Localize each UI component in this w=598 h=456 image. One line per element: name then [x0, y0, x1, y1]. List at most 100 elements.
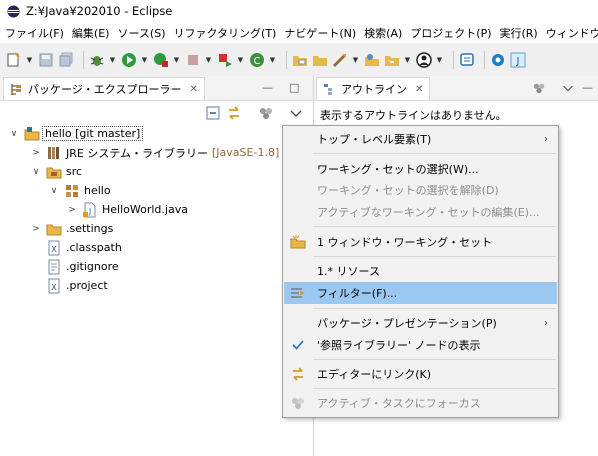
eclipse-logo-icon	[7, 5, 20, 17]
tree-item-settings[interactable]: > .settings	[30, 219, 113, 238]
tree-item-package-hello[interactable]: ∨ hello	[48, 181, 111, 200]
expand-toggle-icon[interactable]: ∨	[48, 186, 60, 196]
menu-separator	[313, 226, 556, 227]
java-perspective-icon[interactable]: J	[510, 52, 526, 68]
tree-item-project[interactable]: ∨ hello [git master]	[8, 124, 144, 143]
tree-label: .settings	[66, 222, 114, 235]
tree-item-gitignore[interactable]: .gitignore	[30, 257, 119, 276]
task-list-icon[interactable]	[459, 52, 475, 68]
tree-item-project-file[interactable]: X .project	[30, 276, 108, 295]
focus-on-task-icon[interactable]	[532, 81, 546, 95]
view-menu-chevron-down-icon[interactable]	[561, 81, 575, 95]
stop-dropdown-icon[interactable]: ▼	[205, 52, 212, 68]
menu-item-top-level-elements[interactable]: トップ・レベル要素(T) ›	[284, 128, 557, 150]
menu-window[interactable]: ウィンドウ(W)	[542, 25, 598, 41]
svg-text:J: J	[516, 56, 520, 67]
menu-file[interactable]: ファイル(F)	[0, 25, 68, 41]
link-with-editor-icon[interactable]	[226, 105, 242, 121]
next-annotation-dropdown-icon[interactable]: ▼	[352, 52, 359, 68]
open-type-icon[interactable]	[292, 52, 308, 68]
expand-toggle-icon[interactable]: >	[30, 148, 42, 158]
menu-item-show-referenced-libraries[interactable]: '参照ライブラリー' ノードの表示	[284, 334, 557, 356]
minimize-icon[interactable]: —	[262, 81, 273, 94]
title-bar: Z:¥Java¥202010 - Eclipse	[0, 0, 598, 22]
tree-item-jre-library[interactable]: > JRE システム・ライブラリー [JavaSE-1.8]	[30, 143, 279, 162]
svg-text:C: C	[254, 56, 261, 67]
focus-on-task-icon[interactable]	[258, 105, 274, 121]
tree-label: .project	[66, 279, 108, 292]
profile-icon[interactable]	[416, 51, 432, 68]
menu-bar: ファイル(F) 編集(E) ソース(S) リファクタリング(T) ナビゲート(N…	[0, 22, 598, 43]
menu-item-window-working-set[interactable]: 1 ウィンドウ・ワーキング・セット	[284, 231, 557, 253]
menu-item-deselect-working-set[interactable]: ワーキング・セットの選択を解除(D)	[284, 179, 557, 201]
debug-icon[interactable]	[89, 52, 105, 68]
collapse-all-icon[interactable]	[205, 105, 221, 121]
menu-item-filters[interactable]: フィルター(F)...	[284, 282, 557, 304]
menu-source[interactable]: ソース(S)	[113, 25, 169, 41]
run-icon[interactable]	[121, 52, 137, 68]
menu-item-label: アクティブ・タスクにフォーカス	[317, 397, 481, 410]
close-icon[interactable]: ✕	[415, 84, 423, 95]
menu-search[interactable]: 検索(A)	[360, 25, 406, 41]
coverage-dropdown-icon[interactable]: ▼	[173, 52, 180, 68]
menu-item-label: 1 ウィンドウ・ワーキング・セット	[317, 236, 493, 249]
expand-toggle-icon[interactable]: ∨	[30, 167, 42, 177]
menu-project[interactable]: プロジェクト(P)	[406, 25, 495, 41]
open-task-dropdown-icon[interactable]: ▼	[404, 52, 411, 68]
menu-item-resources[interactable]: 1.* リソース	[284, 260, 557, 282]
svg-text:X: X	[51, 283, 57, 292]
tree-label: .gitignore	[66, 260, 119, 273]
main-toolbar: ▼ ▼ ▼ ▼ ▼ ▼ C ▼ ▼ ▼ ▼ J	[0, 43, 598, 76]
expand-toggle-icon[interactable]: >	[30, 224, 42, 234]
tree-item-helloworld-java[interactable]: > J HelloWorld.java	[66, 200, 188, 219]
outline-icon	[324, 83, 332, 95]
external-tools-dropdown-icon[interactable]: ▼	[237, 52, 244, 68]
menu-item-focus-on-active-task[interactable]: アクティブ・タスクにフォーカス	[284, 392, 557, 414]
external-tools-icon[interactable]	[217, 52, 233, 68]
package-explorer-icon	[11, 83, 21, 95]
save-all-icon[interactable]	[58, 52, 74, 68]
menu-item-label: トップ・レベル要素(T)	[317, 133, 432, 146]
open-resource-icon[interactable]	[312, 52, 328, 68]
close-icon[interactable]: ✕	[189, 84, 197, 95]
search-icon[interactable]	[364, 52, 380, 68]
tab-package-explorer[interactable]: パッケージ・エクスプローラー ✕	[3, 77, 205, 100]
menu-refactor[interactable]: リファクタリング(T)	[169, 25, 280, 41]
menu-run[interactable]: 実行(R)	[496, 25, 542, 41]
menu-edit[interactable]: 編集(E)	[68, 25, 114, 41]
preferences-gear-icon[interactable]	[490, 52, 506, 68]
new-icon[interactable]	[6, 51, 22, 68]
view-menu-chevron-down-icon[interactable]	[288, 105, 304, 121]
tree-label: hello	[84, 184, 111, 197]
view-context-menu: トップ・レベル要素(T) › ワーキング・セットの選択(W)... ワーキング・…	[282, 125, 559, 418]
new-java-class-icon[interactable]: C	[249, 52, 265, 68]
tree-item-classpath[interactable]: X .classpath	[30, 238, 122, 257]
menu-item-package-presentation[interactable]: パッケージ・プレゼンテーション(P) ›	[284, 312, 557, 334]
stop-icon[interactable]	[185, 52, 201, 68]
menu-item-edit-active-working-set[interactable]: アクティブなワーキング・セットの編集(E)...	[284, 201, 557, 223]
menu-item-label: '参照ライブラリー' ノードの表示	[317, 339, 481, 352]
maximize-icon[interactable]: □	[289, 81, 299, 94]
tree-label: .classpath	[66, 241, 122, 254]
save-icon[interactable]	[38, 52, 54, 68]
menu-item-link-with-editor[interactable]: エディターにリンク(K)	[284, 363, 557, 385]
new-java-class-dropdown-icon[interactable]: ▼	[269, 52, 276, 68]
tab-outline[interactable]: アウトライン ✕	[316, 77, 431, 100]
text-file-icon	[46, 259, 62, 275]
menu-navigate[interactable]: ナビゲート(N)	[280, 25, 360, 41]
open-task-icon[interactable]	[384, 52, 400, 68]
new-dropdown-icon[interactable]: ▼	[26, 52, 33, 68]
expand-toggle-icon[interactable]: ∨	[8, 129, 20, 139]
menu-item-select-working-set[interactable]: ワーキング・セットの選択(W)...	[284, 158, 557, 180]
expand-toggle-icon[interactable]: >	[66, 205, 78, 215]
coverage-icon[interactable]	[153, 52, 169, 68]
next-annotation-icon[interactable]	[332, 52, 348, 68]
window-title: Z:¥Java¥202010 - Eclipse	[26, 4, 173, 18]
profile-dropdown-icon[interactable]: ▼	[436, 52, 443, 68]
link-with-editor-icon	[290, 366, 306, 382]
run-dropdown-icon[interactable]: ▼	[141, 52, 148, 68]
minimize-icon[interactable]: —	[582, 81, 593, 94]
tree-item-src[interactable]: ∨ src	[30, 162, 82, 181]
menu-separator	[313, 256, 556, 257]
debug-dropdown-icon[interactable]: ▼	[109, 52, 116, 68]
